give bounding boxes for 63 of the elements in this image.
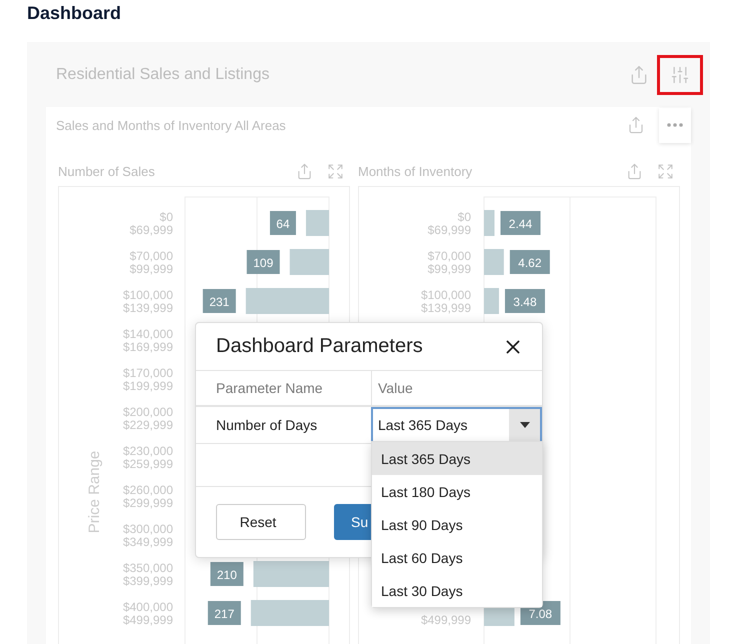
sliders-icon: [670, 64, 690, 84]
data-label: 210: [210, 562, 244, 586]
share-icon[interactable]: [626, 162, 643, 180]
expand-icon[interactable]: [327, 162, 344, 180]
bar: [484, 210, 494, 236]
dropdown-option[interactable]: Last 90 Days: [372, 508, 542, 541]
settings-button[interactable]: [657, 54, 703, 94]
page-title: Dashboard: [26, 2, 122, 25]
axis-label: $100,000 $139,999: [122, 288, 173, 315]
axis-label: $260,000 $299,999: [122, 483, 173, 510]
data-label: 231: [202, 289, 236, 313]
data-label: 64: [276, 217, 290, 231]
axis-label: $300,000 $349,999: [122, 522, 173, 549]
dropdown-option[interactable]: Last 180 Days: [372, 475, 542, 508]
more-button[interactable]: [659, 108, 691, 142]
data-label: 64: [270, 211, 296, 235]
data-label: 109: [253, 256, 274, 270]
share-icon[interactable]: [629, 64, 649, 84]
data-label: 2.44: [500, 211, 540, 235]
data-label: 2.44: [508, 217, 532, 231]
column-header: Value: [371, 371, 542, 405]
data-label: 217: [208, 601, 241, 625]
axis-label: $200,000 $229,999: [122, 405, 173, 432]
bar: [306, 210, 329, 236]
panel-title: Residential Sales and Listings: [56, 66, 270, 84]
axis-label: $100,000 $139,999: [420, 288, 471, 315]
expand-icon[interactable]: [657, 162, 674, 180]
axis-label: $70,000 $99,999: [130, 249, 173, 276]
axis-label: $70,000 $99,999: [428, 249, 471, 276]
caret-icon: [520, 422, 530, 428]
data-label: 210: [216, 568, 238, 582]
card-title: Sales and Months of Inventory All Areas: [56, 118, 287, 132]
dropdown-option[interactable]: Last 30 Days: [372, 574, 542, 607]
axis-label: $230,000 $259,999: [122, 444, 173, 471]
data-label: 3.48: [513, 295, 537, 309]
share-icon[interactable]: [627, 116, 645, 134]
chart-title: Months of Inventory: [358, 164, 474, 178]
parameter-name: Number of Days: [215, 416, 318, 435]
reset-button[interactable]: Reset: [216, 504, 306, 540]
data-label: 217: [214, 607, 235, 621]
dialog-title: Dashboard Parameters: [216, 335, 423, 358]
column-header: Parameter Name: [215, 379, 324, 398]
data-label: 231: [209, 295, 230, 309]
dropdown-option[interactable]: Last 60 Days: [372, 541, 542, 574]
axis-label: $499,999: [420, 613, 471, 627]
more-icon: [667, 123, 683, 127]
bar: [484, 288, 499, 314]
data-label: 109: [246, 250, 280, 274]
data-label: 7.08: [528, 607, 552, 621]
data-label: 4.62: [510, 250, 550, 274]
axis-label: $0 $69,999: [130, 210, 173, 237]
share-icon[interactable]: [296, 162, 313, 180]
bar: [290, 249, 329, 275]
axis-label: $140,000 $169,999: [122, 327, 173, 354]
data-label: 4.62: [518, 256, 542, 270]
axis-label: $0 $69,999: [428, 210, 471, 237]
data-label: 3.48: [504, 289, 545, 313]
axis-label: $170,000 $199,999: [122, 366, 173, 393]
chart-title: Number of Sales: [58, 164, 156, 178]
dropdown-option[interactable]: Last 365 Days: [372, 442, 542, 475]
bar: [484, 249, 504, 275]
axis-label: $350,000 $399,999: [122, 561, 173, 588]
axis-label: $400,000 $499,999: [122, 600, 173, 627]
